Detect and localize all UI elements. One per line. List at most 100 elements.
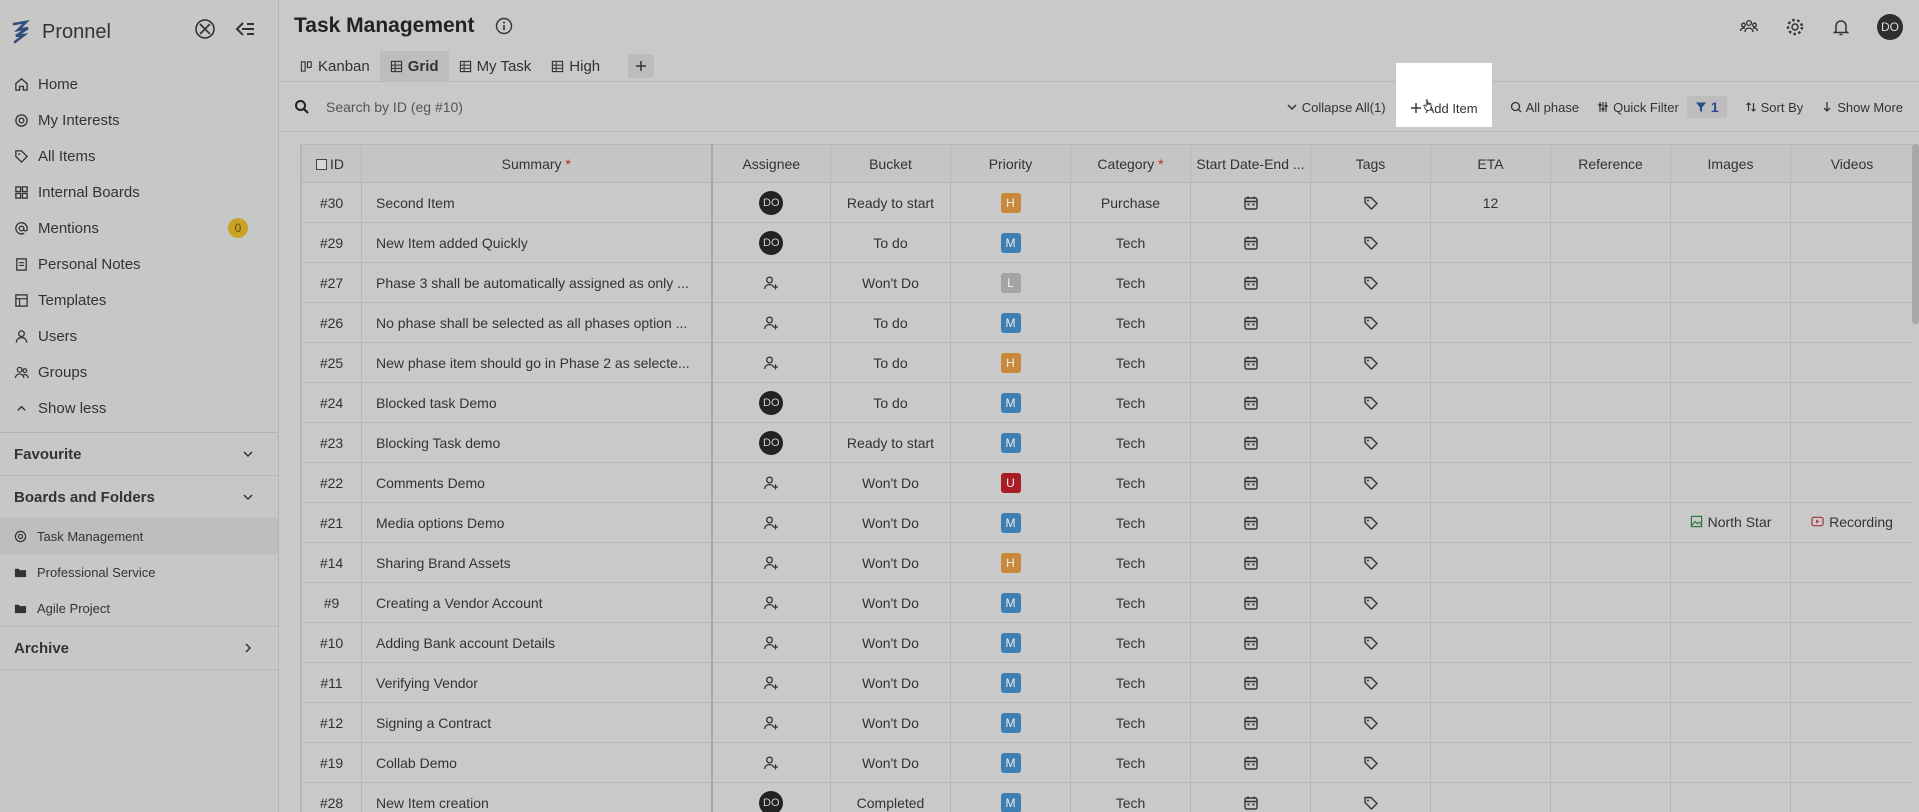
- cell-eta[interactable]: [1430, 742, 1551, 783]
- cell-reference[interactable]: [1550, 462, 1671, 503]
- cell-priority[interactable]: M: [950, 662, 1071, 703]
- cell-assignee[interactable]: [711, 342, 831, 383]
- cell-images[interactable]: [1670, 742, 1791, 783]
- column-header-id[interactable]: ID: [301, 144, 362, 183]
- add-assignee-button[interactable]: [763, 674, 779, 690]
- cell-eta[interactable]: [1430, 302, 1551, 343]
- favourite-section-toggle[interactable]: Favourite: [0, 433, 278, 475]
- cell-tags[interactable]: [1310, 182, 1431, 223]
- cell-dates[interactable]: [1190, 542, 1311, 583]
- cell-dates[interactable]: [1190, 742, 1311, 783]
- board-item-task-management[interactable]: Task Management: [0, 518, 278, 554]
- select-all-checkbox[interactable]: [316, 158, 327, 170]
- cell-videos[interactable]: [1790, 702, 1912, 743]
- cell-bucket[interactable]: Won't Do: [830, 462, 951, 503]
- add-assignee-button[interactable]: [763, 594, 779, 610]
- cell-category[interactable]: Tech: [1070, 742, 1191, 783]
- cell-bucket[interactable]: To do: [830, 342, 951, 383]
- cell-dates[interactable]: [1190, 702, 1311, 743]
- add-assignee-button[interactable]: [763, 714, 779, 730]
- cell-tags[interactable]: [1310, 422, 1431, 463]
- cell-id[interactable]: #21: [301, 502, 362, 543]
- cell-tags[interactable]: [1310, 382, 1431, 423]
- cell-summary[interactable]: Collab Demo: [361, 742, 713, 783]
- cell-eta[interactable]: [1430, 702, 1551, 743]
- tab-high[interactable]: High: [541, 51, 610, 81]
- cell-reference[interactable]: [1550, 222, 1671, 263]
- cell-bucket[interactable]: Ready to start: [830, 182, 951, 223]
- cell-category[interactable]: Tech: [1070, 262, 1191, 303]
- gear-icon[interactable]: [1785, 17, 1805, 37]
- cell-eta[interactable]: [1430, 622, 1551, 663]
- cell-category[interactable]: Tech: [1070, 302, 1191, 343]
- search-input[interactable]: [326, 98, 466, 115]
- add-assignee-button[interactable]: [763, 634, 779, 650]
- cell-dates[interactable]: [1190, 222, 1311, 263]
- table-row[interactable]: #10 Adding Bank account Details Won't Do M T…: [301, 622, 1912, 663]
- cell-bucket[interactable]: Won't Do: [830, 262, 951, 303]
- cell-category[interactable]: Tech: [1070, 342, 1191, 383]
- cell-summary[interactable]: Sharing Brand Assets: [361, 542, 713, 583]
- cell-id[interactable]: #25: [301, 342, 362, 383]
- cell-tags[interactable]: [1310, 342, 1431, 383]
- cell-eta[interactable]: [1430, 342, 1551, 383]
- archive-section-toggle[interactable]: Archive: [0, 627, 278, 669]
- table-row[interactable]: #27 Phase 3 shall be automatically assign…: [301, 262, 1912, 303]
- cell-summary[interactable]: New Item added Quickly: [361, 222, 713, 263]
- cell-reference[interactable]: [1550, 382, 1671, 423]
- tab-my-task[interactable]: My Task: [449, 51, 542, 81]
- cell-summary[interactable]: Blocking Task demo: [361, 422, 713, 463]
- cell-id[interactable]: #9: [301, 582, 362, 623]
- cell-category[interactable]: Tech: [1070, 782, 1191, 812]
- cell-reference[interactable]: [1550, 782, 1671, 812]
- cell-eta[interactable]: [1430, 382, 1551, 423]
- cell-priority[interactable]: M: [950, 422, 1071, 463]
- cell-tags[interactable]: [1310, 742, 1431, 783]
- cell-summary[interactable]: Second Item: [361, 182, 713, 223]
- cell-eta[interactable]: [1430, 542, 1551, 583]
- cell-videos[interactable]: [1790, 382, 1912, 423]
- cell-category[interactable]: Purchase: [1070, 182, 1191, 223]
- table-row[interactable]: #25 New phase item should go in Phase 2 a…: [301, 342, 1912, 383]
- cell-bucket[interactable]: Completed: [830, 782, 951, 812]
- cell-reference[interactable]: [1550, 342, 1671, 383]
- column-header-eta[interactable]: ETA: [1430, 144, 1551, 183]
- cell-videos[interactable]: [1790, 182, 1912, 223]
- cell-bucket[interactable]: Won't Do: [830, 662, 951, 703]
- cell-priority[interactable]: H: [950, 542, 1071, 583]
- cell-videos[interactable]: [1790, 742, 1912, 783]
- cell-summary[interactable]: Media options Demo: [361, 502, 713, 543]
- cell-tags[interactable]: [1310, 262, 1431, 303]
- add-assignee-button[interactable]: [763, 474, 779, 490]
- cell-bucket[interactable]: To do: [830, 222, 951, 263]
- cell-priority[interactable]: M: [950, 502, 1071, 543]
- table-row[interactable]: #22 Comments Demo Won't Do U Tech: [301, 462, 1912, 503]
- active-filter-button[interactable]: 1: [1686, 96, 1727, 118]
- cell-category[interactable]: Tech: [1070, 422, 1191, 463]
- cell-dates[interactable]: [1190, 622, 1311, 663]
- cell-videos[interactable]: [1790, 622, 1912, 663]
- assignee-avatar[interactable]: DO: [759, 190, 784, 215]
- cell-assignee[interactable]: [711, 302, 831, 343]
- cell-reference[interactable]: [1550, 742, 1671, 783]
- cell-priority[interactable]: M: [950, 702, 1071, 743]
- cell-id[interactable]: #27: [301, 262, 362, 303]
- table-row[interactable]: #26 No phase shall be selected as all pha…: [301, 302, 1912, 343]
- table-row[interactable]: #28 New Item creation DO Completed M Tech: [301, 782, 1912, 812]
- cell-tags[interactable]: [1310, 782, 1431, 812]
- cell-bucket[interactable]: Won't Do: [830, 742, 951, 783]
- cell-eta[interactable]: [1430, 582, 1551, 623]
- cell-images[interactable]: [1670, 222, 1791, 263]
- cell-category[interactable]: Tech: [1070, 502, 1191, 543]
- table-row[interactable]: #12 Signing a Contract Won't Do M Tech: [301, 702, 1912, 743]
- tab-kanban[interactable]: Kanban: [290, 51, 380, 81]
- info-icon[interactable]: [495, 17, 513, 35]
- cell-id[interactable]: #11: [301, 662, 362, 703]
- cell-assignee[interactable]: DO: [711, 422, 831, 463]
- cell-assignee[interactable]: [711, 502, 831, 543]
- sidebar-item-mentions[interactable]: Mentions 0: [0, 210, 278, 246]
- cell-images[interactable]: [1670, 422, 1791, 463]
- cell-videos[interactable]: [1790, 782, 1912, 812]
- cell-eta[interactable]: [1430, 422, 1551, 463]
- table-row[interactable]: #23 Blocking Task demo DO Ready to start M Te…: [301, 422, 1912, 463]
